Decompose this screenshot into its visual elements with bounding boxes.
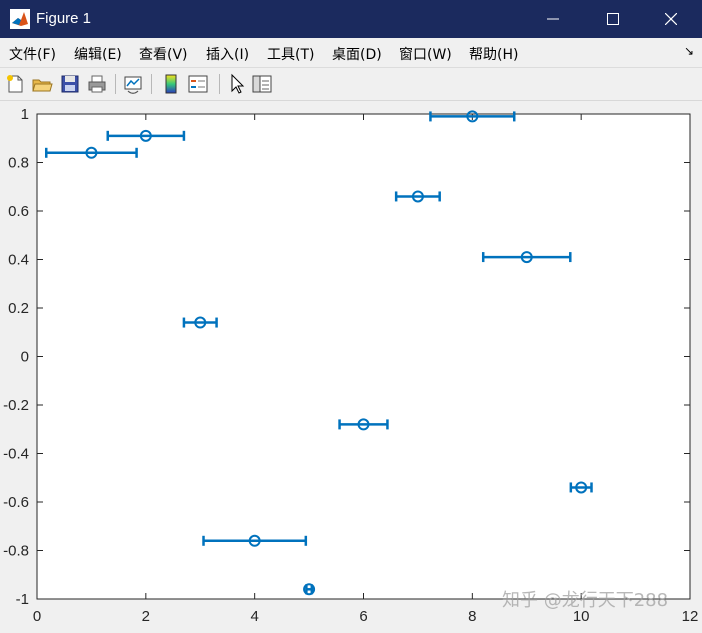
link-plot-icon[interactable] bbox=[122, 73, 144, 95]
toolbar bbox=[0, 68, 702, 101]
property-inspector-icon[interactable] bbox=[251, 73, 273, 95]
x-tick-label: 0 bbox=[33, 608, 41, 625]
y-tick-label: 1 bbox=[21, 106, 29, 123]
x-tick-label: 12 bbox=[682, 608, 699, 625]
x-tick-label: 8 bbox=[468, 608, 476, 625]
maximize-icon bbox=[607, 13, 619, 25]
x-tick-label: 2 bbox=[142, 608, 150, 625]
y-tick-label: 0.8 bbox=[8, 155, 29, 172]
open-file-icon[interactable] bbox=[31, 73, 53, 95]
y-tick-label: -0.4 bbox=[3, 446, 29, 463]
y-tick-label: 0.2 bbox=[8, 300, 29, 317]
maximize-button[interactable] bbox=[590, 0, 636, 38]
menu-file[interactable]: 文件(F) bbox=[9, 44, 56, 64]
menu-view[interactable]: 查看(V) bbox=[139, 44, 188, 64]
insert-legend-icon[interactable] bbox=[187, 73, 209, 95]
matlab-logo-icon bbox=[10, 9, 30, 29]
new-figure-icon[interactable] bbox=[4, 73, 26, 95]
title-bar[interactable]: Figure 1 bbox=[0, 0, 702, 38]
menu-window[interactable]: 窗口(W) bbox=[399, 44, 452, 64]
close-button[interactable] bbox=[648, 0, 694, 38]
menu-bar: 文件(F) 编辑(E) 查看(V) 插入(I) 工具(T) 桌面(D) 窗口(W… bbox=[0, 38, 702, 68]
figure-canvas[interactable]: 0 2 4 6 8 10 12 -1 -0.8 -0.6 -0.4 -0.2 0 0.2 0.4 0.6 0.8… bbox=[0, 101, 702, 628]
menu-desktop[interactable]: 桌面(D) bbox=[332, 44, 382, 64]
minimize-button[interactable] bbox=[530, 0, 576, 38]
y-tick-label: 0.4 bbox=[8, 252, 29, 269]
watermark: 知乎 @龙行天下288 bbox=[502, 590, 669, 611]
x-tick-label: 4 bbox=[250, 608, 258, 625]
menu-edit[interactable]: 编辑(E) bbox=[74, 44, 122, 64]
close-icon bbox=[665, 13, 677, 25]
errorbar-chart[interactable]: 0 2 4 6 8 10 12-1-0.8-0.6-0.4-0.200.20.40.60.8… bbox=[0, 101, 702, 628]
edit-plot-pointer-icon[interactable] bbox=[226, 73, 248, 95]
save-icon[interactable] bbox=[59, 73, 81, 95]
toolbar-separator bbox=[115, 74, 116, 94]
insert-colorbar-icon[interactable] bbox=[160, 73, 182, 95]
toolbar-separator bbox=[151, 74, 152, 94]
y-tick-label: -0.8 bbox=[3, 543, 29, 560]
menu-tools[interactable]: 工具(T) bbox=[267, 44, 314, 64]
menu-insert[interactable]: 插入(I) bbox=[206, 44, 249, 64]
minimize-icon bbox=[547, 18, 559, 20]
toolbar-separator bbox=[219, 74, 220, 94]
print-icon[interactable] bbox=[86, 73, 108, 95]
menu-help[interactable]: 帮助(H) bbox=[469, 44, 518, 64]
window-title: Figure 1 bbox=[36, 10, 92, 27]
x-tick-label: 6 bbox=[359, 608, 367, 625]
axes-box bbox=[36, 113, 691, 600]
y-tick-label: 0 bbox=[21, 349, 29, 366]
dock-arrow-icon[interactable]: ↘ bbox=[684, 44, 694, 58]
y-tick-label: -1 bbox=[16, 591, 29, 608]
y-tick-label: -0.6 bbox=[3, 494, 29, 511]
y-tick-label: -0.2 bbox=[3, 397, 29, 414]
y-tick-label: 0.6 bbox=[8, 203, 29, 220]
